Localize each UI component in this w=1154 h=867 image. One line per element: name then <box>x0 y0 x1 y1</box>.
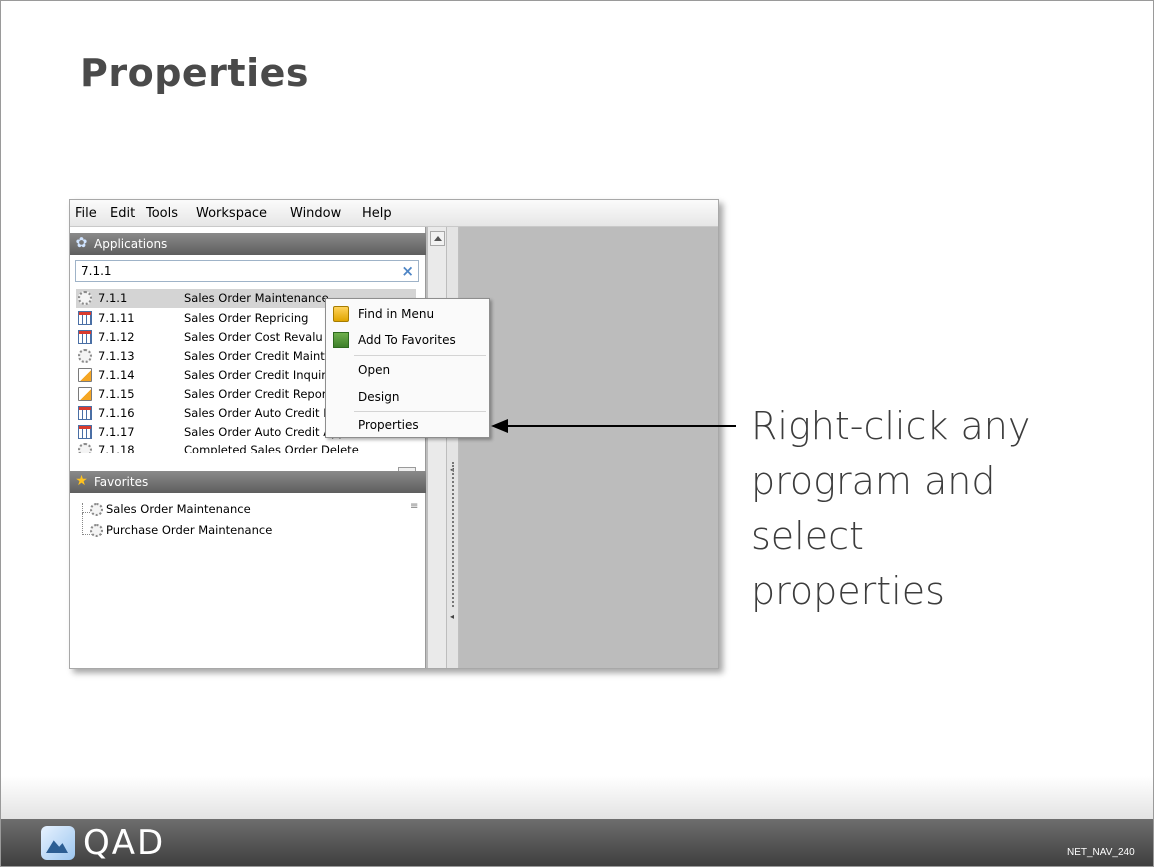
qad-logo-icon <box>41 826 75 860</box>
applications-header[interactable]: ✿ Applications <box>70 233 426 255</box>
context-open[interactable]: Open <box>326 359 489 381</box>
app-screenshot: File Edit Tools Workspace Window Help ✿ … <box>69 199 719 669</box>
footer-fade <box>1 776 1153 819</box>
app-code: 7.1.14 <box>98 368 135 382</box>
star-icon: ★ <box>75 473 88 489</box>
add-favorite-icon <box>333 332 349 348</box>
menu-separator <box>354 411 486 412</box>
slide-title: Properties <box>80 51 309 95</box>
app-name: Completed Sales Order Delete <box>184 443 359 453</box>
app-row[interactable]: 7.1.18 Completed Sales Order Delete <box>76 441 416 453</box>
grid-icon <box>78 311 92 325</box>
menu-separator <box>354 355 486 356</box>
left-pane: ✿ Applications 7.1.1 × 7.1.1 Sales Order… <box>70 227 426 668</box>
gear-icon <box>78 443 92 453</box>
context-menu: Find in Menu Add To Favorites Open Desig… <box>325 298 490 438</box>
search-value: 7.1.1 <box>81 264 112 278</box>
scroll-up-button[interactable] <box>430 231 445 246</box>
context-item-label: Design <box>358 390 400 404</box>
app-name: Sales Order Credit Inquiry <box>184 368 333 382</box>
gear-icon <box>78 349 92 363</box>
menu-workspace[interactable]: Workspace <box>196 206 267 221</box>
footer-bar <box>1 819 1153 866</box>
context-design[interactable]: Design <box>326 386 489 408</box>
arrow-line <box>506 425 736 427</box>
favorite-item[interactable]: Purchase Order Maintenance <box>90 523 273 537</box>
doc-icon <box>78 387 92 401</box>
menu-window[interactable]: Window <box>290 206 341 221</box>
slide-code: NET_NAV_240 <box>1067 847 1135 858</box>
splitter-grip <box>452 462 454 607</box>
favorite-label: Sales Order Maintenance <box>106 502 251 516</box>
app-code: 7.1.16 <box>98 406 135 420</box>
menu-help[interactable]: Help <box>362 206 392 221</box>
clear-search-icon[interactable]: × <box>401 262 414 280</box>
gear-icon <box>90 524 103 537</box>
context-item-label: Open <box>358 363 391 377</box>
app-code: 7.1.1 <box>98 291 128 305</box>
app-name: Sales Order Maintenance <box>184 291 329 305</box>
favorite-label: Purchase Order Maintenance <box>106 523 273 537</box>
app-code: 7.1.17 <box>98 425 135 439</box>
grid-icon <box>78 425 92 439</box>
app-code: 7.1.12 <box>98 330 135 344</box>
workspace-area <box>460 227 718 668</box>
app-code: 7.1.13 <box>98 349 135 363</box>
resize-grip-icon: ≡ <box>410 501 419 512</box>
callout-text: Right-click any program and select prope… <box>751 404 1031 613</box>
context-properties[interactable]: Properties <box>326 414 489 436</box>
context-item-label: Add To Favorites <box>358 333 456 347</box>
grid-icon <box>78 406 92 420</box>
context-item-label: Properties <box>358 418 419 432</box>
context-add-to-favorites[interactable]: Add To Favorites <box>326 329 489 351</box>
app-name: Sales Order Credit Repor <box>184 387 327 401</box>
search-input[interactable]: 7.1.1 × <box>75 260 419 282</box>
grid-icon <box>78 330 92 344</box>
app-name: Sales Order Credit Mainte <box>184 349 332 363</box>
context-find-in-menu[interactable]: Find in Menu <box>326 303 489 325</box>
gear-icon <box>78 291 92 305</box>
collapse-arrow-icon[interactable]: ◂ <box>450 612 454 621</box>
slide: Properties File Edit Tools Workspace Win… <box>0 0 1154 867</box>
favorites-header[interactable]: ★ Favorites <box>70 471 426 493</box>
pane-splitter[interactable]: ◂ ◂ <box>447 227 459 668</box>
vertical-scrollbar[interactable] <box>427 227 447 668</box>
app-name: Sales Order Repricing <box>184 311 309 325</box>
find-in-menu-icon <box>333 306 349 322</box>
app-code: 7.1.18 <box>98 443 135 453</box>
menu-bar: File Edit Tools Workspace Window Help <box>70 200 718 227</box>
gear-icon: ✿ <box>75 235 88 251</box>
footer-brand: QAD <box>83 823 166 863</box>
app-code: 7.1.15 <box>98 387 135 401</box>
applications-header-label: Applications <box>94 237 168 251</box>
app-name: Sales Order Auto Credit H <box>184 406 332 420</box>
menu-edit[interactable]: Edit <box>110 206 135 221</box>
context-item-label: Find in Menu <box>358 307 435 321</box>
doc-icon <box>78 368 92 382</box>
favorites-header-label: Favorites <box>94 475 149 489</box>
favorite-item[interactable]: Sales Order Maintenance <box>90 502 251 516</box>
menu-file[interactable]: File <box>75 206 97 221</box>
app-code: 7.1.11 <box>98 311 135 325</box>
menu-tools[interactable]: Tools <box>146 206 178 221</box>
app-name: Sales Order Cost Revalu <box>184 330 323 344</box>
gear-icon <box>90 503 103 516</box>
